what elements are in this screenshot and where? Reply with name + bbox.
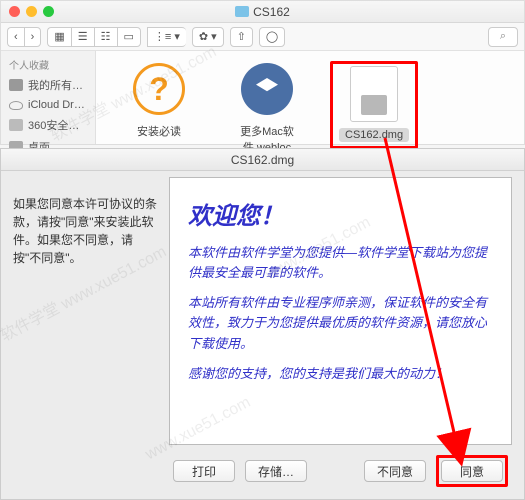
search-icon: ⌕	[500, 30, 506, 43]
back-button[interactable]: ‹	[7, 27, 24, 47]
arrange-group: ⋮≡ ▾	[147, 27, 186, 47]
appstore-icon	[241, 63, 293, 115]
file-label: 安装必读	[137, 123, 181, 139]
annotation-highlight-agree: 同意	[436, 455, 508, 487]
maximize-icon[interactable]	[43, 6, 54, 17]
tags-button[interactable]: ◯	[259, 27, 285, 47]
disagree-button[interactable]: 不同意	[364, 460, 426, 482]
arrange-button[interactable]: ⋮≡ ▾	[147, 27, 186, 47]
sidebar-heading: 个人收藏	[1, 55, 95, 74]
finder-titlebar: CS162	[1, 1, 524, 23]
agree-button[interactable]: 同意	[441, 460, 503, 482]
drive-icon	[9, 119, 23, 131]
file-item-dmg[interactable]: CS162.dmg	[339, 66, 409, 142]
print-button[interactable]: 打印	[173, 460, 235, 482]
finder-toolbar: ‹ › ▦ ☰ ☷ ▭ ⋮≡ ▾ ✿ ▾ ⇧ ◯ ⌕	[1, 23, 524, 51]
help-icon	[133, 63, 185, 115]
share-button[interactable]: ⇧	[230, 27, 253, 47]
file-label: CS162.dmg	[339, 128, 409, 142]
license-paragraph: 感谢您的支持，您的支持是我们最大的动力！	[188, 364, 493, 384]
view-columns-button[interactable]: ☷	[94, 27, 117, 47]
nav-buttons: ‹ ›	[7, 27, 41, 47]
dialog-side-text: 如果您同意本许可协议的条款，请按"同意"来安装此软件。如果您不同意，请按"不同意…	[1, 171, 169, 499]
view-gallery-button[interactable]: ▭	[117, 27, 141, 47]
save-button[interactable]: 存储…	[245, 460, 307, 482]
sidebar-item-360[interactable]: 360安全…	[1, 114, 95, 136]
allfiles-icon	[9, 79, 23, 91]
dmg-icon	[350, 66, 398, 122]
minimize-icon[interactable]	[26, 6, 37, 17]
dialog-button-row: 打印 存储… 不同意 同意	[169, 445, 512, 491]
view-list-button[interactable]: ☰	[71, 27, 94, 47]
license-heading: 欢迎您！	[188, 196, 493, 231]
license-paragraph: 本软件由软件学堂为您提供—软件学堂下载站为您提供最安全最可靠的软件。	[188, 243, 493, 283]
dialog-titlebar: CS162.dmg	[1, 149, 524, 171]
window-controls	[9, 6, 54, 17]
sidebar-item-icloud[interactable]: iCloud Dr…	[1, 96, 95, 114]
sidebar-item-allfiles[interactable]: 我的所有…	[1, 74, 95, 96]
close-icon[interactable]	[9, 6, 20, 17]
view-mode: ▦ ☰ ☷ ▭	[47, 27, 141, 47]
license-dialog: CS162.dmg 如果您同意本许可协议的条款，请按"同意"来安装此软件。如果您…	[0, 148, 525, 500]
folder-icon	[235, 6, 249, 17]
forward-button[interactable]: ›	[24, 27, 42, 47]
file-item-readme[interactable]: 安装必读	[114, 61, 204, 139]
annotation-highlight-file: CS162.dmg	[330, 61, 418, 149]
view-icons-button[interactable]: ▦	[47, 27, 70, 47]
cloud-icon	[9, 101, 23, 110]
search-input[interactable]: ⌕	[488, 27, 518, 47]
finder-content: 安装必读 更多Mac软件.webloc CS162.dmg	[96, 51, 524, 144]
finder-sidebar: 个人收藏 我的所有… iCloud Dr… 360安全… 桌面	[1, 51, 96, 144]
finder-window: CS162 ‹ › ▦ ☰ ☷ ▭ ⋮≡ ▾ ✿ ▾ ⇧ ◯ ⌕ 个人收藏 我的…	[0, 0, 525, 145]
file-item-webloc[interactable]: 更多Mac软件.webloc	[222, 61, 312, 155]
action-button[interactable]: ✿ ▾	[192, 27, 224, 47]
license-paragraph: 本站所有软件由专业程序师亲测，保证软件的安全有效性，致力于为您提供最优质的软件资…	[188, 293, 493, 353]
dialog-title: CS162.dmg	[231, 153, 294, 167]
window-title: CS162	[235, 5, 290, 19]
license-text-area[interactable]: 欢迎您！ 本软件由软件学堂为您提供—软件学堂下载站为您提供最安全最可靠的软件。 …	[169, 177, 512, 445]
